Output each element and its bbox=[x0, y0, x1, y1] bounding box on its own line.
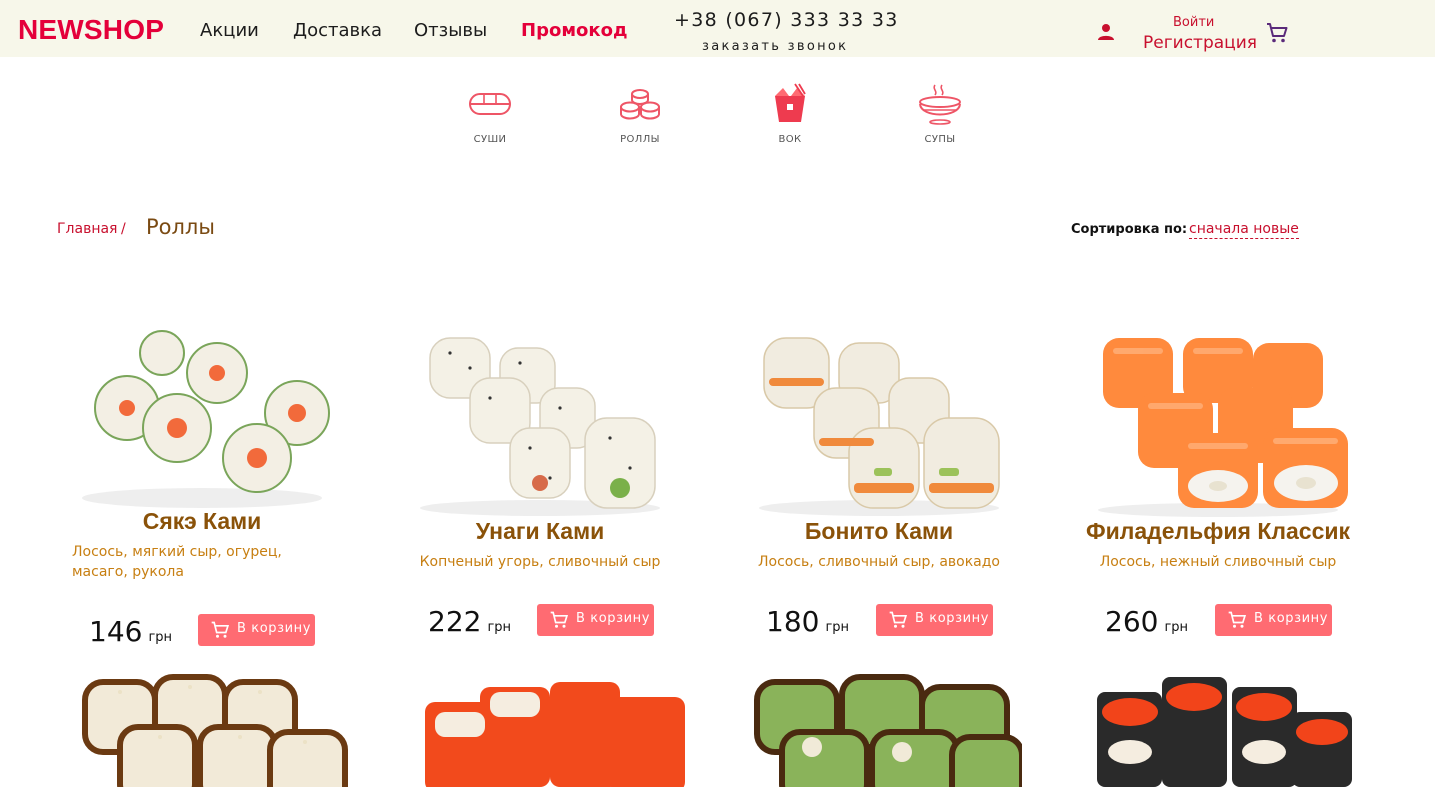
product-price: 180 грн bbox=[766, 608, 849, 636]
callback-link[interactable]: заказать звонок bbox=[702, 40, 848, 53]
nav-reviews[interactable]: Отзывы bbox=[414, 22, 487, 40]
cart-icon bbox=[889, 611, 908, 628]
phone-number[interactable]: +38 (067) 333 33 33 bbox=[674, 11, 899, 30]
product-card bbox=[752, 672, 1022, 787]
sushi-icon bbox=[469, 93, 511, 115]
product-price: 222 грн bbox=[428, 608, 511, 636]
price-currency: грн bbox=[148, 630, 173, 645]
product-description: Лосось, мягкий сыр, огурец, масаго, руко… bbox=[72, 544, 282, 580]
product-price: 146 грн bbox=[89, 618, 172, 646]
price-value: 146 bbox=[89, 615, 143, 648]
category-sushi[interactable]: СУШИ bbox=[445, 82, 535, 145]
product-image[interactable] bbox=[1068, 318, 1368, 518]
price-value: 260 bbox=[1105, 605, 1159, 638]
price-currency: грн bbox=[487, 620, 512, 635]
category-label: СУШИ bbox=[473, 134, 507, 145]
cart-icon bbox=[550, 611, 569, 628]
add-to-cart-button[interactable]: В корзину bbox=[876, 604, 993, 636]
nav-promotions[interactable]: Акции bbox=[200, 22, 259, 40]
add-to-cart-button[interactable]: В корзину bbox=[198, 614, 315, 646]
category-rolls[interactable]: РОЛЛЫ bbox=[595, 82, 685, 145]
nav-promocode[interactable]: Промокод bbox=[521, 22, 628, 40]
product-name[interactable]: Филадельфия Классик bbox=[1068, 520, 1368, 543]
product-name[interactable]: Унаги Ками bbox=[390, 520, 690, 543]
product-image[interactable] bbox=[420, 672, 690, 787]
product-image[interactable] bbox=[752, 672, 1022, 787]
category-label: ВОК bbox=[778, 134, 802, 145]
product-image[interactable] bbox=[729, 318, 1029, 518]
price-currency: грн bbox=[1164, 620, 1189, 635]
product-card bbox=[1092, 672, 1362, 787]
category-label: РОЛЛЫ bbox=[620, 134, 660, 145]
header: NEWSHOP Акции Доставка Отзывы Промокод +… bbox=[0, 0, 1435, 57]
product-name[interactable]: Сякэ Ками bbox=[52, 510, 352, 533]
logo[interactable]: NEWSHOP bbox=[18, 16, 164, 44]
breadcrumb-separator: / bbox=[121, 221, 126, 237]
price-value: 222 bbox=[428, 605, 482, 638]
add-to-cart-button[interactable]: В корзину bbox=[537, 604, 654, 636]
add-to-cart-label: В корзину bbox=[576, 611, 651, 626]
sort-label: Сортировка по: bbox=[1071, 222, 1188, 237]
category-wok[interactable]: ВОК bbox=[745, 82, 835, 145]
product-name[interactable]: Бонито Ками bbox=[729, 520, 1029, 543]
product-image[interactable] bbox=[80, 672, 350, 787]
product-image[interactable] bbox=[52, 318, 352, 518]
page-title: Роллы bbox=[146, 215, 215, 239]
product-card: Филадельфия Классик Лосось, нежный сливо… bbox=[1068, 318, 1368, 653]
product-card bbox=[80, 672, 350, 787]
user-icon[interactable] bbox=[1096, 22, 1116, 42]
wok-icon bbox=[775, 83, 806, 122]
category-soups[interactable]: СУПЫ bbox=[895, 82, 985, 145]
cart-icon bbox=[211, 621, 230, 638]
register-link[interactable]: Регистрация bbox=[1143, 35, 1257, 52]
breadcrumb-home[interactable]: Главная bbox=[57, 221, 117, 237]
product-description: Копченый угорь, сливочный сыр bbox=[419, 554, 661, 570]
category-label: СУПЫ bbox=[924, 134, 956, 145]
add-to-cart-label: В корзину bbox=[1254, 611, 1329, 626]
price-currency: грн bbox=[825, 620, 850, 635]
product-card bbox=[420, 672, 690, 787]
soup-icon bbox=[919, 84, 961, 125]
price-value: 180 bbox=[766, 605, 820, 638]
cart-icon bbox=[1228, 611, 1247, 628]
nav-delivery[interactable]: Доставка bbox=[293, 22, 382, 40]
add-to-cart-label: В корзину bbox=[237, 621, 312, 636]
product-card: Сякэ Ками Лосось, мягкий сыр, огурец, ма… bbox=[52, 318, 352, 653]
add-to-cart-button[interactable]: В корзину bbox=[1215, 604, 1332, 636]
product-card: Унаги Ками Копченый угорь, сливочный сыр… bbox=[390, 318, 690, 653]
product-image[interactable] bbox=[1092, 672, 1362, 787]
product-price: 260 грн bbox=[1105, 608, 1188, 636]
product-image[interactable] bbox=[390, 318, 690, 518]
login-link[interactable]: Войти bbox=[1173, 16, 1214, 29]
rolls-icon bbox=[620, 89, 660, 120]
product-card: Бонито Ками Лосось, сливочный сыр, авока… bbox=[729, 318, 1029, 653]
product-description: Лосось, нежный сливочный сыр bbox=[1099, 554, 1337, 570]
sort-dropdown[interactable]: сначала новые bbox=[1189, 221, 1299, 239]
cart-icon[interactable] bbox=[1265, 21, 1289, 45]
product-description: Лосось, сливочный сыр, авокадо bbox=[757, 554, 1000, 570]
add-to-cart-label: В корзину bbox=[915, 611, 990, 626]
